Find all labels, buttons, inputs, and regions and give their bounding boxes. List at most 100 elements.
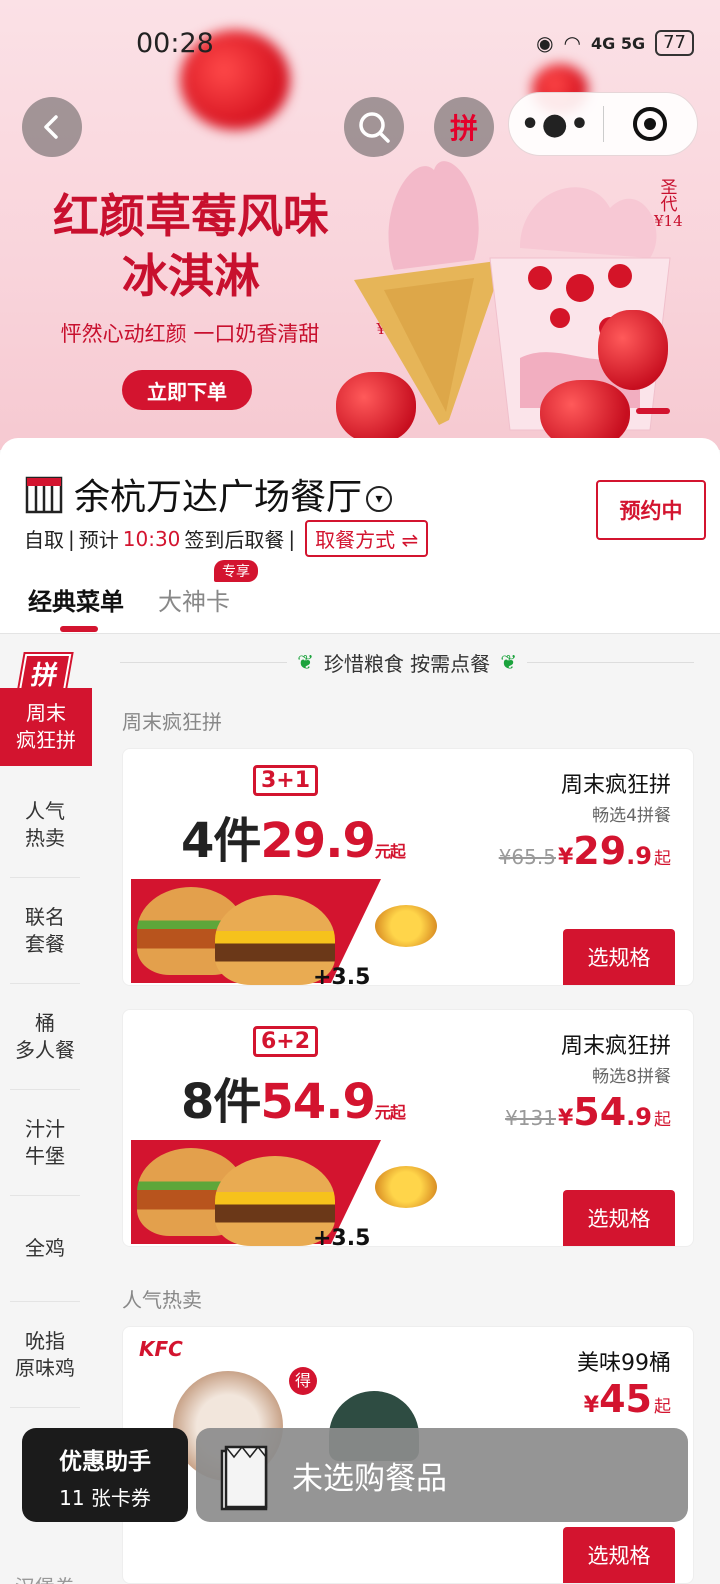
- sidebar-item-original-chicken[interactable]: 吮指 原味鸡: [10, 1302, 80, 1408]
- leaf-icon: ❦: [500, 650, 517, 674]
- search-button[interactable]: [344, 97, 404, 157]
- tab-classic-menu[interactable]: 经典菜单: [28, 582, 124, 632]
- app-page: 00:28 ◉ ◠ 4G 5G 77 拼 •●• 红颜草莓风味 冰淇淋 怦然心动…: [0, 0, 720, 1584]
- reserve-button[interactable]: 预约中: [596, 480, 706, 540]
- eye-icon: ◉: [536, 31, 554, 55]
- price-dec: .9: [626, 842, 652, 870]
- sidebar-item-label: 多人餐: [15, 1037, 75, 1062]
- promo-headline: 8件54.9元起: [181, 1062, 406, 1132]
- status-icons: ◉ ◠ 4G 5G 77: [536, 30, 694, 56]
- tab-vip-card-label: 大神卡: [158, 588, 230, 616]
- store-name[interactable]: 余杭万达广场餐厅 ▾: [74, 468, 393, 520]
- store-name-text: 余杭万达广场餐厅: [74, 477, 363, 518]
- promo-count: 4件: [181, 813, 261, 869]
- promo-suffix: 元起: [374, 842, 406, 861]
- sidebar-item-label: 套餐: [25, 931, 65, 956]
- egg-tart-image: [375, 1166, 437, 1208]
- sidebar-item-wrap[interactable]: 汉堡卷: [10, 1534, 80, 1584]
- brand-logo: KFC: [139, 1337, 183, 1361]
- order-now-button[interactable]: 立即下单: [122, 370, 252, 410]
- headline-line2: 冰淇淋: [122, 249, 260, 303]
- pin-label: 拼: [449, 112, 478, 145]
- search-icon: [359, 112, 390, 143]
- promo-badge: 得: [289, 1367, 317, 1395]
- price-from: 起: [654, 849, 671, 869]
- price-from: 起: [654, 1397, 671, 1417]
- banner-headline: 红颜草莓风味 冰淇淋: [26, 186, 356, 306]
- product-image: 3+1 4件29.9元起 +3.5: [131, 757, 437, 985]
- product-desc: 畅选8拼餐: [592, 1067, 671, 1087]
- product-name: 周末疯狂拼: [560, 1034, 671, 1059]
- sidebar-item-label: 联名: [25, 904, 65, 929]
- divider: [526, 661, 695, 663]
- tab-vip-card[interactable]: 大神卡: [158, 582, 230, 617]
- sidebar-item-label: 吮指: [25, 1328, 65, 1353]
- promo-banner[interactable]: 00:28 ◉ ◠ 4G 5G 77 拼 •●• 红颜草莓风味 冰淇淋 怦然心动…: [0, 0, 720, 450]
- miniapp-capsule: •●•: [508, 92, 698, 156]
- coupon-helper-button[interactable]: 优惠助手 11 张卡券: [22, 1428, 188, 1522]
- menu-tabs: 经典菜单 大神卡 专享: [0, 560, 720, 634]
- currency: ¥: [583, 1393, 600, 1418]
- promo-price: 29.9: [260, 813, 375, 869]
- checkin-text: 签到后取餐: [184, 528, 285, 552]
- sidebar-item-weekend-deal[interactable]: 周末 疯狂拼: [0, 688, 92, 766]
- product-price: ¥ 45 起: [584, 1377, 671, 1421]
- sidebar-item-popular[interactable]: 人气 热卖: [10, 772, 80, 878]
- product-name: 美味99桶: [577, 1351, 671, 1376]
- notice-text: 珍惜粮食 按需点餐: [323, 651, 491, 676]
- chevron-left-icon: [44, 115, 58, 139]
- group-order-button[interactable]: 拼: [434, 97, 494, 157]
- more-icon[interactable]: •●•: [509, 107, 603, 142]
- eta-time: 10:30: [122, 526, 181, 551]
- product-price: ¥131 ¥ 54 .9 起: [505, 1090, 671, 1134]
- sidebar-item-label: 桶: [35, 1010, 55, 1035]
- product-card[interactable]: 6+2 8件54.9元起 +3.5 周末疯狂拼 畅选8拼餐 ¥131 ¥ 54 …: [122, 1009, 694, 1247]
- pickup-method-button[interactable]: 取餐方式 ⇌: [305, 520, 429, 557]
- product-desc: 畅选4拼餐: [592, 806, 671, 826]
- price-int: 45: [599, 1377, 652, 1421]
- select-spec-button[interactable]: 选规格: [563, 1190, 675, 1246]
- exclusive-badge: 专享: [214, 560, 258, 582]
- promo-price: 54.9: [260, 1074, 375, 1130]
- price-from: 起: [654, 1110, 671, 1130]
- price-int: 29: [573, 829, 627, 873]
- store-pickup-info: 自取 | 预计 10:30 签到后取餐 | 取餐方式 ⇌: [24, 520, 429, 557]
- target-icon: [633, 107, 668, 141]
- eta-label: 预计: [78, 528, 119, 552]
- select-spec-button[interactable]: 选规格: [563, 1527, 675, 1583]
- select-spec-button[interactable]: 选规格: [563, 929, 675, 985]
- product-card[interactable]: 3+1 4件29.9元起 +3.5 周末疯狂拼 畅选4拼餐 ¥65.5 ¥ 29…: [122, 748, 694, 986]
- pickup-mode: 自取: [24, 528, 64, 552]
- separator: |: [288, 526, 296, 551]
- back-button[interactable]: [22, 97, 82, 157]
- sidebar-item-label: 周末: [26, 701, 66, 725]
- food-notice: ❦ 珍惜粮食 按需点餐 ❦: [120, 650, 695, 676]
- currency: ¥: [557, 1106, 574, 1131]
- sidebar-item-label: 汉堡卷: [15, 1574, 75, 1584]
- shopping-bag-icon: [220, 1445, 268, 1511]
- strawberry-decoration: [336, 372, 416, 444]
- sidebar-item-beef-burger[interactable]: 汁汁 牛堡: [10, 1090, 80, 1196]
- sidebar-item-label: 全鸡: [25, 1236, 65, 1260]
- strawberry-decoration: [598, 310, 668, 390]
- addon-price: +3.5: [313, 1226, 371, 1247]
- section-title: 人气热卖: [122, 1288, 202, 1312]
- close-miniapp-button[interactable]: [604, 105, 698, 143]
- headline-line1: 红颜草莓风味: [53, 189, 329, 243]
- sidebar-item-label: 疯狂拼: [16, 728, 76, 752]
- cart-status: 未选购餐品: [292, 1460, 447, 1497]
- sidebar-item-label: 热卖: [25, 825, 65, 850]
- coupon-title: 优惠助手: [59, 1449, 151, 1475]
- status-bar: 00:28 ◉ ◠ 4G 5G 77: [0, 28, 720, 64]
- addon-price: +3.5: [313, 965, 371, 986]
- store-icon: [25, 476, 63, 514]
- product-image: 6+2 8件54.9元起 +3.5: [131, 1018, 437, 1246]
- sidebar-item-collab[interactable]: 联名 套餐: [10, 878, 80, 984]
- sidebar-item-bucket[interactable]: 桶多人餐: [10, 984, 80, 1090]
- currency: ¥: [557, 845, 574, 870]
- divider: [120, 661, 288, 663]
- status-time: 00:28: [136, 28, 214, 59]
- sidebar-item-whole-chicken[interactable]: 全鸡: [10, 1196, 80, 1302]
- cart-bar[interactable]: 未选购餐品: [196, 1428, 688, 1522]
- sidebar-item-label: 原味鸡: [15, 1355, 75, 1380]
